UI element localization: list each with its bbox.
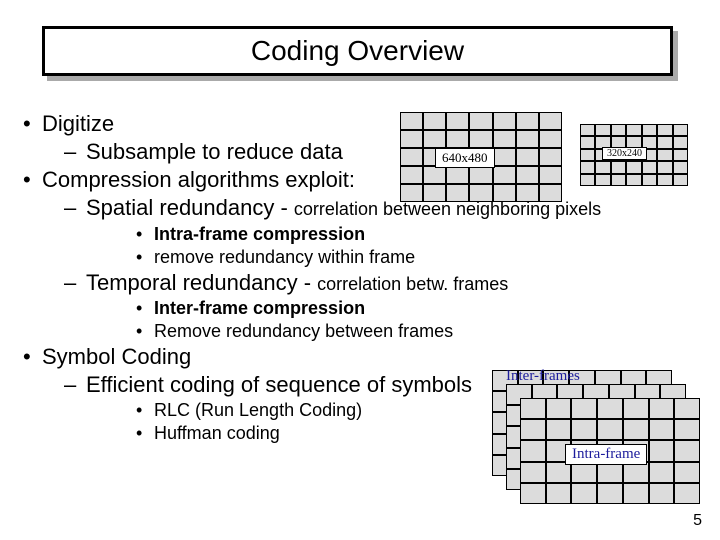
text: correlation between neighboring pixels — [294, 199, 601, 219]
bullet-spatial: Spatial redundancy - correlation between… — [42, 194, 700, 268]
bullet-symbol-eff: Efficient coding of sequence of symbols … — [42, 371, 700, 445]
page-number: 5 — [693, 512, 702, 530]
bullet-intra-comp: Intra-frame compression — [86, 223, 700, 246]
title-box: Coding Overview — [42, 26, 673, 76]
text: Intra-frame compression — [154, 224, 365, 244]
text: Symbol Coding — [42, 344, 191, 369]
text: correlation betw. frames — [317, 274, 508, 294]
bullet-inter-remove: Remove redundancy between frames — [86, 320, 700, 343]
content: Digitize Subsample to reduce data Compre… — [20, 110, 700, 445]
bullet-inter-comp: Inter-frame compression — [86, 297, 700, 320]
bullet-compression: Compression algorithms exploit: Spatial … — [20, 166, 700, 343]
text: Temporal redundancy — [86, 270, 298, 295]
bullet-intra-remove: remove redundancy within frame — [86, 246, 700, 269]
bullet-temporal: Temporal redundancy - correlation betw. … — [42, 269, 700, 343]
bullet-digitize: Digitize Subsample to reduce data — [20, 110, 700, 166]
text: Compression algorithms exploit: — [42, 167, 355, 192]
text: Inter-frame compression — [154, 298, 365, 318]
text: Efficient coding of sequence of symbols — [86, 372, 472, 397]
bullet-huffman: Huffman coding — [86, 422, 700, 445]
bullet-subsample: Subsample to reduce data — [42, 138, 700, 166]
bullet-rlc: RLC (Run Length Coding) — [86, 399, 700, 422]
label-intraframe: Intra-frame — [565, 444, 647, 465]
text: Spatial redundancy — [86, 195, 274, 220]
bullet-symbol: Symbol Coding Efficient coding of sequen… — [20, 343, 700, 445]
title-inner: Coding Overview — [45, 29, 670, 73]
text: Digitize — [42, 111, 114, 136]
page-title: Coding Overview — [251, 35, 464, 67]
